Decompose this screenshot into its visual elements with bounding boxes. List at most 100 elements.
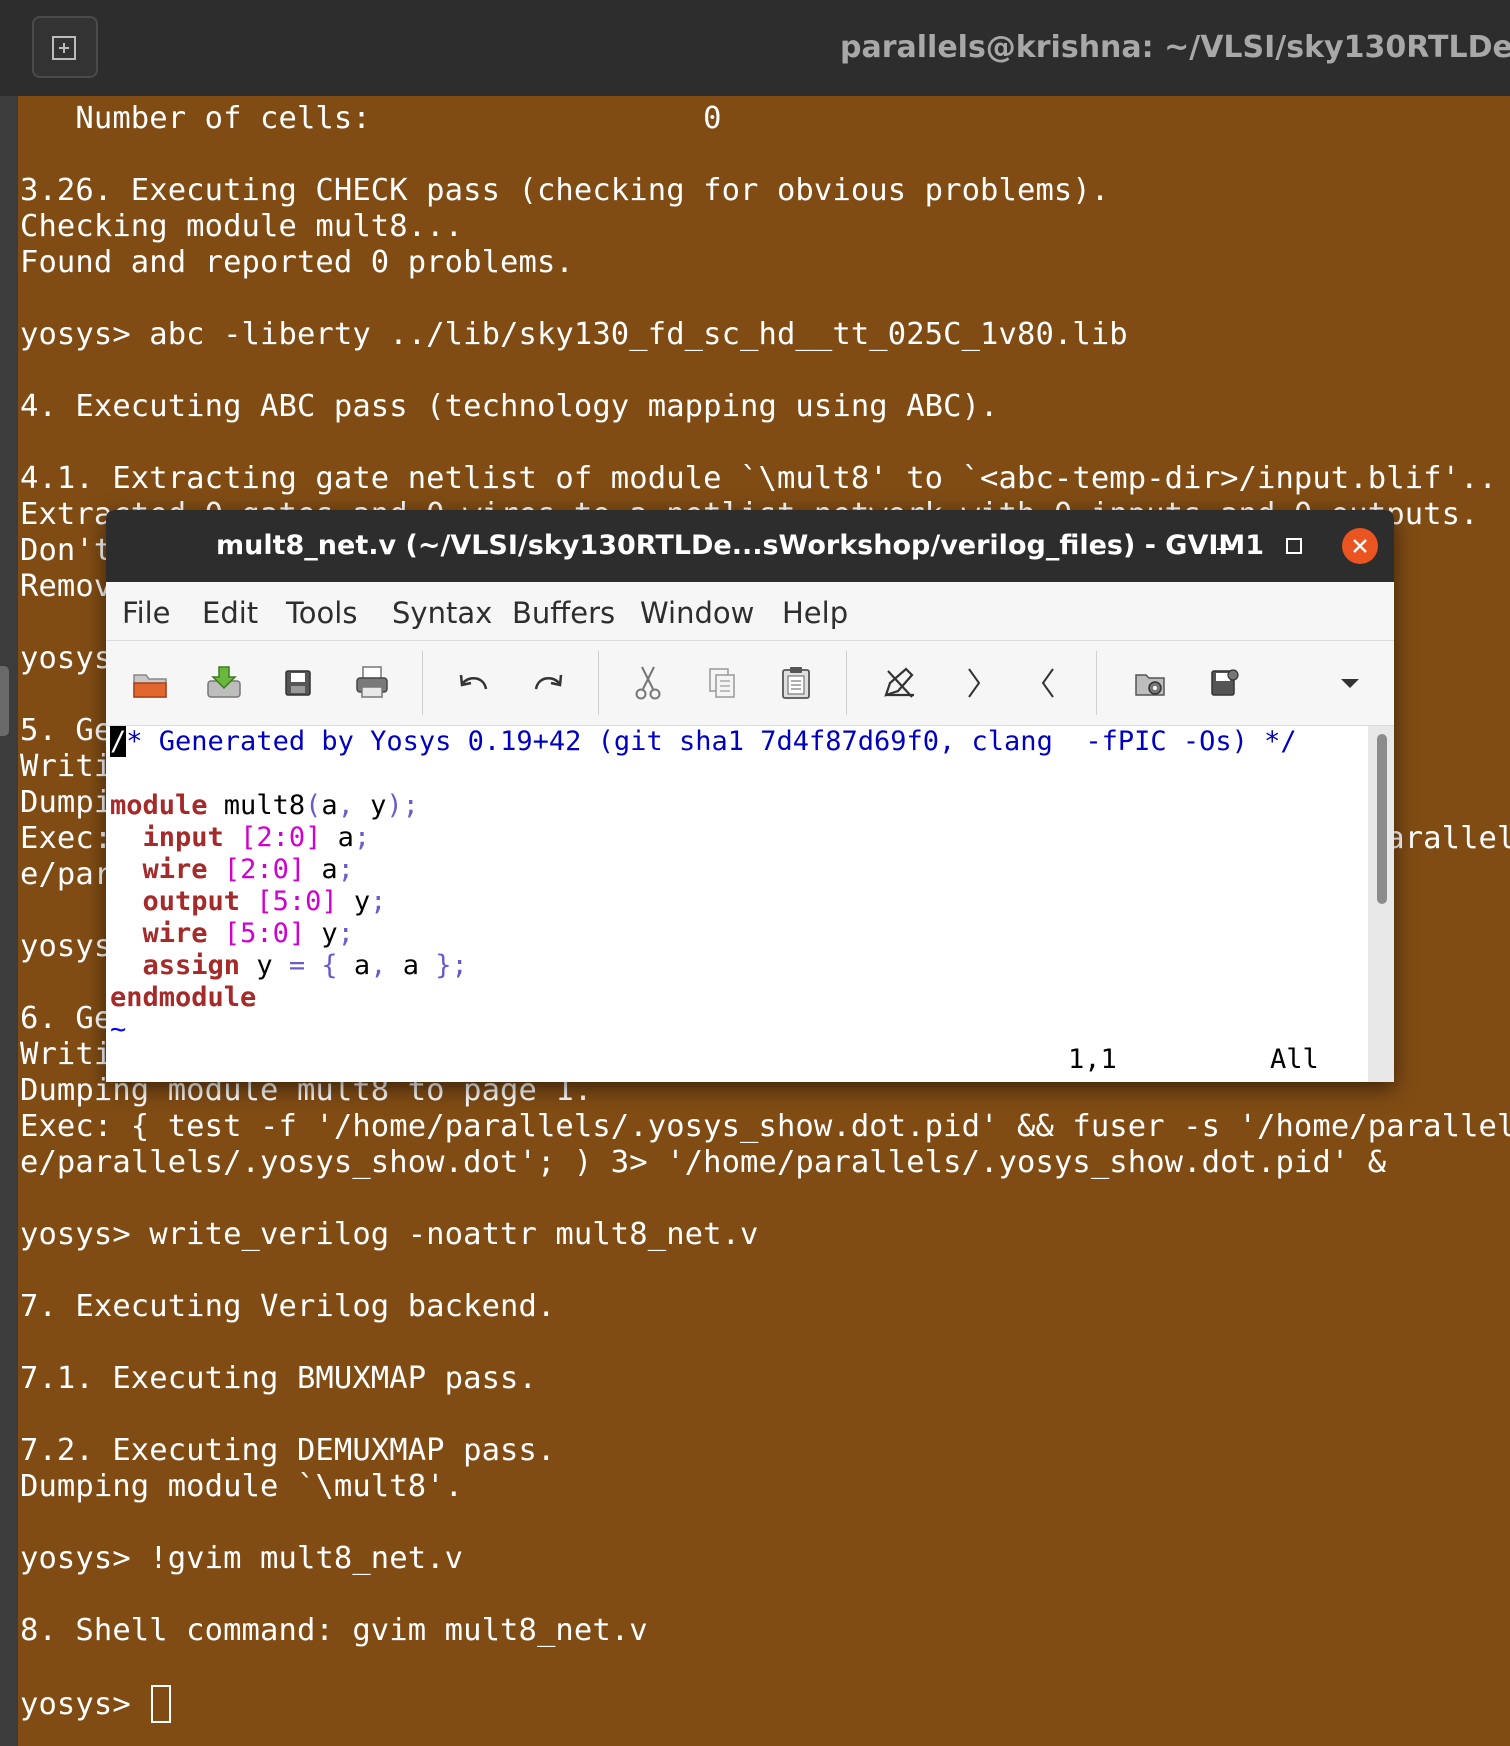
- comma: ,: [370, 950, 387, 981]
- minimize-icon: [1217, 548, 1231, 550]
- comment: * Generated by Yosys 0.19+42 (git sha1 7…: [126, 726, 1297, 757]
- terminal-line: e/parallels/.yosys_show.dot'; ) 3> '/hom…: [20, 1145, 1386, 1181]
- paste-button[interactable]: [774, 661, 818, 705]
- gvim-titlebar[interactable]: mult8_net.v (~/VLSI/sky130RTLDe...sWorks…: [106, 510, 1394, 582]
- terminal-line: 7.2. Executing DEMUXMAP pass.: [20, 1433, 555, 1469]
- minimize-button[interactable]: [1206, 528, 1242, 564]
- terminal-scrollbar-handle[interactable]: [0, 666, 9, 736]
- menu-syntax[interactable]: Syntax: [392, 596, 492, 630]
- keyword-module: module: [110, 790, 208, 821]
- code-editor[interactable]: /* Generated by Yosys 0.19+42 (git sha1 …: [106, 726, 1368, 1082]
- terminal-line-text: 4.1. Extracting gate netlist of module `…: [20, 461, 1498, 496]
- menu-edit[interactable]: Edit: [202, 596, 258, 630]
- find-replace-button[interactable]: [878, 661, 922, 705]
- paren: (: [305, 790, 322, 821]
- text-cursor: /: [110, 726, 127, 757]
- menu-tools[interactable]: Tools: [286, 596, 357, 630]
- terminal-line: Dumping module `\mult8'.: [20, 1469, 463, 1505]
- more-button[interactable]: [1328, 661, 1372, 705]
- keyword-wire: wire: [142, 854, 208, 885]
- save-download-icon: [207, 666, 241, 698]
- paste-icon: [782, 667, 810, 699]
- scroll-position: All: [1270, 1044, 1319, 1075]
- terminal-line-text: Dumping module `\mult8'.: [20, 1469, 464, 1504]
- comma: ,: [337, 790, 354, 821]
- find-next-button[interactable]: [952, 661, 996, 705]
- terminal-line-text: 8. Shell command: gvim mult8_net.v: [20, 1613, 648, 1648]
- terminal-line-text: yosys>: [20, 1687, 150, 1722]
- terminal-line-text: 3.26. Executing CHECK pass (checking for…: [20, 173, 1110, 208]
- terminal-line: Checking module mult8...: [20, 209, 463, 245]
- terminal-line: Exec: { test -f '/home/parallels/.yosys_…: [20, 1109, 1510, 1145]
- terminal-line-text: Exec: { test -f '/home/parallels/.yosys_…: [20, 1109, 1510, 1144]
- code-line-5: wire [2:0] a;: [110, 854, 354, 886]
- terminal-line-text: 7.2. Executing DEMUXMAP pass.: [20, 1433, 556, 1468]
- maximize-icon: [1286, 538, 1302, 554]
- terminal-line: yosys>: [20, 1685, 172, 1723]
- module-name: mult8: [207, 790, 306, 821]
- close-button[interactable]: [1342, 528, 1378, 564]
- open-icon: [133, 674, 167, 698]
- code-line-7: wire [5:0] y;: [110, 918, 354, 950]
- terminal-line: 4.1. Extracting gate netlist of module `…: [20, 461, 1497, 497]
- keyword-endmodule: endmodule: [110, 982, 257, 1013]
- keyword-input: input: [142, 822, 224, 853]
- terminal-cursor: [151, 1685, 172, 1723]
- save-button[interactable]: [276, 661, 320, 705]
- save-download-button[interactable]: [202, 661, 246, 705]
- copy-button[interactable]: [700, 661, 744, 705]
- gvim-window-title: mult8_net.v (~/VLSI/sky130RTLDe...sWorks…: [216, 530, 1265, 561]
- menu-help[interactable]: Help: [782, 596, 848, 630]
- semicolon: ;: [337, 918, 354, 949]
- identifier: y: [256, 950, 273, 981]
- save-session-button[interactable]: [1202, 661, 1246, 705]
- code-line-8: assign y = { a, a };: [110, 950, 468, 982]
- empty-line-marker: ~: [110, 1014, 127, 1045]
- identifier: a: [321, 854, 338, 885]
- port-y: y: [353, 790, 387, 821]
- operator: =: [288, 950, 306, 981]
- toolbar-separator: [846, 651, 847, 715]
- chevron-down-icon: [1341, 679, 1359, 688]
- new-tab-button[interactable]: [32, 16, 98, 78]
- terminal-line-text: 4. Executing ABC pass (technology mappin…: [20, 389, 999, 424]
- open-button[interactable]: [128, 661, 172, 705]
- load-session-icon: [1135, 674, 1165, 696]
- terminal-line-text: e/parallels/.yosys_show.dot'; ) 3> '/hom…: [20, 1145, 1387, 1180]
- terminal-title: parallels@krishna: ~/VLSI/sky130RTLDesig…: [840, 30, 1510, 65]
- close-icon: [1353, 539, 1367, 553]
- terminal-scrollbar[interactable]: [0, 96, 18, 1746]
- code-line-3: module mult8(a, y);: [110, 790, 419, 822]
- redo-button[interactable]: [526, 661, 570, 705]
- range: [5:0]: [223, 918, 306, 949]
- editor-scrollbar[interactable]: [1368, 726, 1394, 1082]
- find-prev-button[interactable]: [1026, 661, 1070, 705]
- identifier: a: [337, 822, 354, 853]
- menu-file[interactable]: File: [122, 596, 171, 630]
- semicolon: ;: [337, 854, 354, 885]
- terminal-line: 4. Executing ABC pass (technology mappin…: [20, 389, 999, 425]
- print-button[interactable]: [350, 661, 394, 705]
- menu-window[interactable]: Window: [640, 596, 754, 630]
- copy-icon: [709, 668, 735, 698]
- range: [5:0]: [256, 886, 338, 917]
- gvim-window[interactable]: mult8_net.v (~/VLSI/sky130RTLDe...sWorks…: [106, 510, 1394, 1082]
- maximize-button[interactable]: [1276, 528, 1312, 564]
- gvim-menubar: File Edit Tools Syntax Buffers Window He…: [106, 582, 1394, 641]
- save-session-icon: [1211, 669, 1239, 696]
- cut-button[interactable]: [626, 661, 670, 705]
- print-icon: [356, 666, 388, 698]
- load-session-button[interactable]: [1128, 661, 1172, 705]
- terminal-line: yosys> !gvim mult8_net.v: [20, 1541, 463, 1577]
- port-a: a: [321, 790, 338, 821]
- identifier: y: [321, 918, 338, 949]
- editor-scrollbar-thumb[interactable]: [1377, 734, 1387, 904]
- undo-button[interactable]: [452, 661, 496, 705]
- identifier: a: [353, 950, 371, 981]
- terminal-line: 7.1. Executing BMUXMAP pass.: [20, 1361, 537, 1397]
- find-replace-icon: [884, 667, 914, 698]
- code-line-1: /* Generated by Yosys 0.19+42 (git sha1 …: [110, 726, 1297, 758]
- keyword-wire: wire: [142, 918, 208, 949]
- new-tab-icon: [52, 36, 76, 60]
- menu-buffers[interactable]: Buffers: [512, 596, 615, 630]
